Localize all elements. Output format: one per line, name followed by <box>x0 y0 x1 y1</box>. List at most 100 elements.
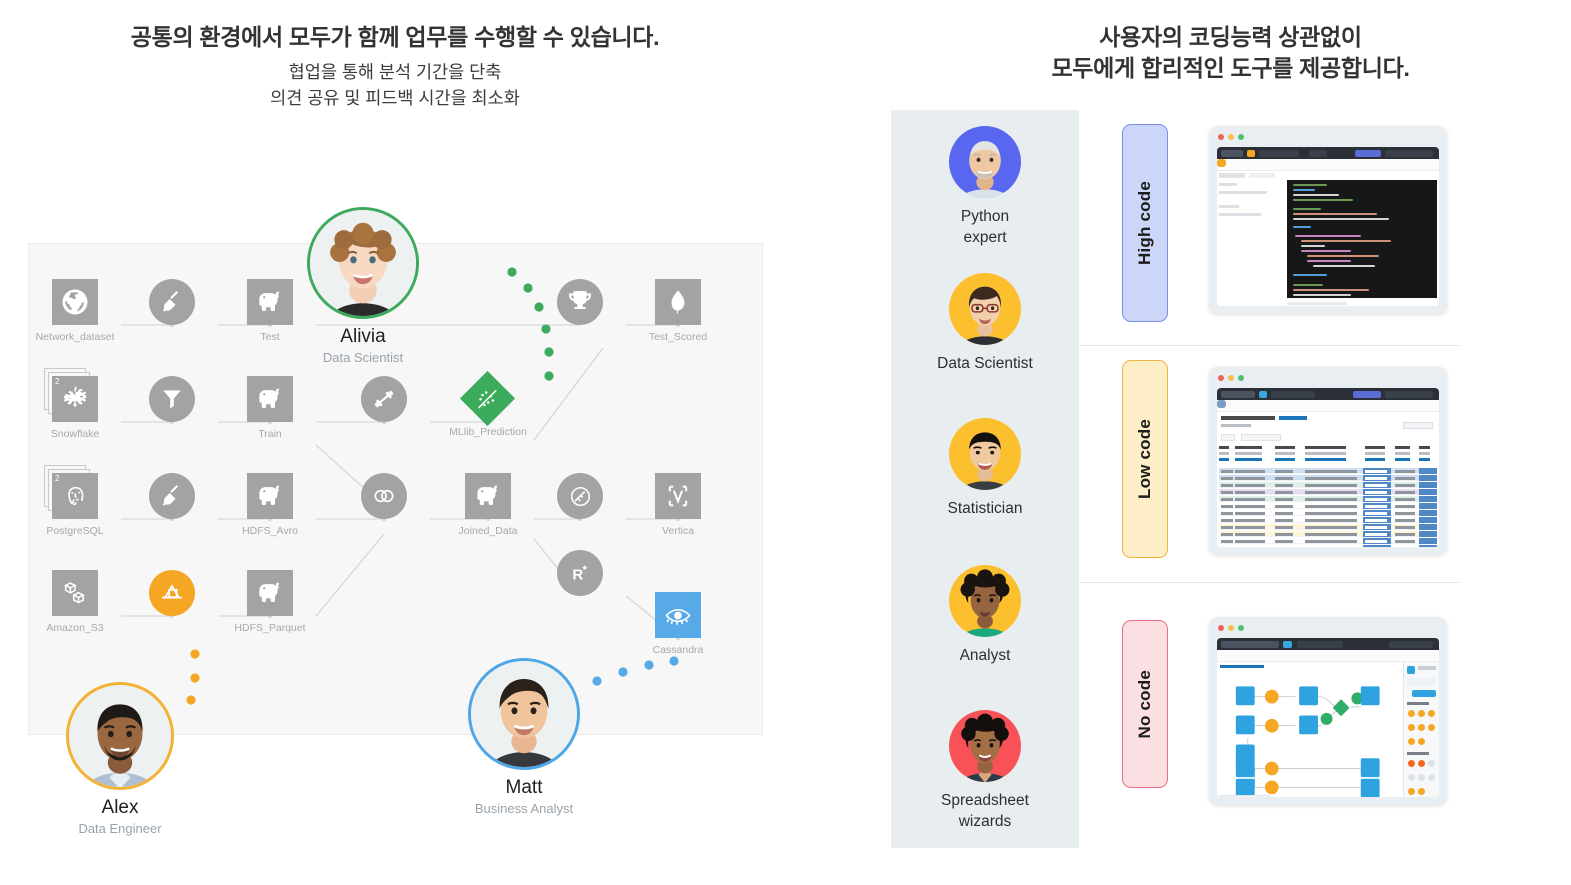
persona-python-expert[interactable]: Python expert <box>891 126 1079 249</box>
doc-toolbar <box>1217 400 1439 412</box>
node-network-dataset[interactable]: Network_dataset <box>36 279 114 343</box>
persona-spreadsheet-wizards[interactable]: Spreadsheet wizards <box>891 710 1079 833</box>
node-joined-data[interactable]: Joined_Data <box>459 473 517 537</box>
screenshot-high-code[interactable] <box>1209 126 1447 314</box>
doc-toolbar <box>1217 650 1439 662</box>
window-traffic-lights <box>1218 375 1244 381</box>
node-label: Vertica <box>661 525 695 537</box>
person-role: Data Engineer <box>78 821 162 836</box>
elephant-icon <box>465 473 511 519</box>
transform-icon <box>149 570 195 616</box>
badge-low-code[interactable]: Low code <box>1122 360 1168 558</box>
persona-label: Data Scientist <box>937 355 1033 372</box>
persona-label: Python expert <box>960 208 1010 246</box>
funnel-icon <box>149 376 195 422</box>
node-amazon-s3[interactable]: Amazon_S3 <box>46 570 104 634</box>
stack-count: 2 <box>55 474 60 483</box>
node-r-script[interactable]: R <box>557 550 603 596</box>
persona-label: Statistician <box>947 500 1023 517</box>
person-name: Matt <box>505 777 543 798</box>
badge-high-code[interactable]: High code <box>1122 124 1168 322</box>
screenshot-low-code[interactable] <box>1209 367 1447 555</box>
node-filter[interactable] <box>149 376 195 422</box>
broom-icon <box>149 473 195 519</box>
persona-statistician[interactable]: Statistician <box>891 418 1079 520</box>
avatar <box>949 710 1021 782</box>
persona-analyst[interactable]: Analyst <box>891 565 1079 667</box>
join-icon <box>361 473 407 519</box>
node-evaluate[interactable] <box>557 279 603 325</box>
badge-no-code[interactable]: No code <box>1122 620 1168 788</box>
avatar <box>949 565 1021 637</box>
person-alivia[interactable]: Alivia Data Scientist <box>307 207 419 365</box>
node-cassandra[interactable]: Cassandra <box>653 592 703 656</box>
avatar <box>307 207 419 319</box>
elephant-icon <box>247 570 293 616</box>
avatar-portrait <box>959 569 1011 637</box>
app-toolbar <box>1217 147 1439 159</box>
node-label: HDFS_Avro <box>242 525 298 537</box>
node-label: Amazon_S3 <box>46 622 104 634</box>
avatar-portrait <box>959 713 1011 782</box>
node-vertica[interactable]: Vertica <box>655 473 701 537</box>
window-body <box>1217 147 1439 306</box>
node-label: Joined_Data <box>458 525 518 537</box>
left-heading-block: 공통의 환경에서 모두가 함께 업무를 수행할 수 있습니다. 협업을 통해 분… <box>0 22 790 112</box>
node-label: Train <box>258 428 282 440</box>
node-hdfs-avro[interactable]: HDFS_Avro <box>242 473 298 537</box>
person-alex[interactable]: Alex Data Engineer <box>66 682 174 836</box>
node-label: MLlib_Prediction <box>449 426 527 438</box>
node-label: PostgreSQL <box>46 525 104 537</box>
window-body <box>1217 638 1439 797</box>
app-toolbar <box>1217 638 1439 650</box>
r-star-icon: R <box>557 550 603 596</box>
avatar <box>949 418 1021 490</box>
eye-icon <box>655 592 701 638</box>
node-train-model[interactable] <box>361 376 407 422</box>
person-role: Data Scientist <box>322 350 404 365</box>
person-matt[interactable]: Matt Business Analyst <box>468 658 580 816</box>
orange-dot-trail <box>186 649 200 705</box>
flow-graph <box>1235 686 1380 797</box>
avatar <box>949 126 1021 198</box>
person-name: Alex <box>101 797 139 818</box>
node-test[interactable]: Test <box>247 279 293 343</box>
trophy-icon <box>557 279 603 325</box>
svg-text:R: R <box>572 567 583 584</box>
node-clean-2[interactable] <box>149 473 195 519</box>
node-clean-1[interactable] <box>149 279 195 325</box>
node-transform[interactable] <box>149 570 195 616</box>
leaf-icon <box>655 279 701 325</box>
green-dot-trail <box>507 267 554 381</box>
s3-boxes-icon <box>52 570 98 616</box>
avatar-portrait <box>310 210 416 316</box>
vertica-icon <box>655 473 701 519</box>
globe-icon <box>52 279 98 325</box>
node-regress[interactable] <box>557 473 603 519</box>
badge-label: No code <box>1135 669 1154 739</box>
avatar-portrait <box>959 141 1011 198</box>
window-traffic-lights <box>1218 134 1244 140</box>
model-icon <box>459 370 516 427</box>
person-name: Alivia <box>340 326 386 347</box>
node-join[interactable] <box>361 473 407 519</box>
screenshot-no-code[interactable] <box>1209 617 1447 805</box>
persona-label: Analyst <box>959 647 1011 664</box>
node-snowflake[interactable]: 2 Snowflake <box>44 368 99 440</box>
node-train[interactable]: Train <box>247 376 293 440</box>
node-hdfs-parquet[interactable]: HDFS_Parquet <box>234 570 306 634</box>
person-role: Business Analyst <box>474 801 574 816</box>
avatar-portrait <box>69 685 171 787</box>
persona-data-scientist[interactable]: Data Scientist <box>891 273 1079 375</box>
avatar <box>66 682 174 790</box>
persona-column: Python expert Data Scientist Statisticia… <box>891 110 1079 848</box>
elephant-icon <box>247 279 293 325</box>
node-mllib-prediction[interactable]: MLlib_Prediction <box>449 370 527 438</box>
right-heading-title-2: 모두에게 합리적인 도구를 제공합니다. <box>1051 55 1410 82</box>
persona-label: Spreadsheet wizards <box>941 792 1029 830</box>
divider-1 <box>1079 345 1459 346</box>
node-postgresql[interactable]: 2 PostgreSQL <box>44 465 104 537</box>
broom-icon <box>149 279 195 325</box>
node-test-scored[interactable]: Test_Scored <box>649 279 707 343</box>
window-traffic-lights <box>1218 625 1244 631</box>
